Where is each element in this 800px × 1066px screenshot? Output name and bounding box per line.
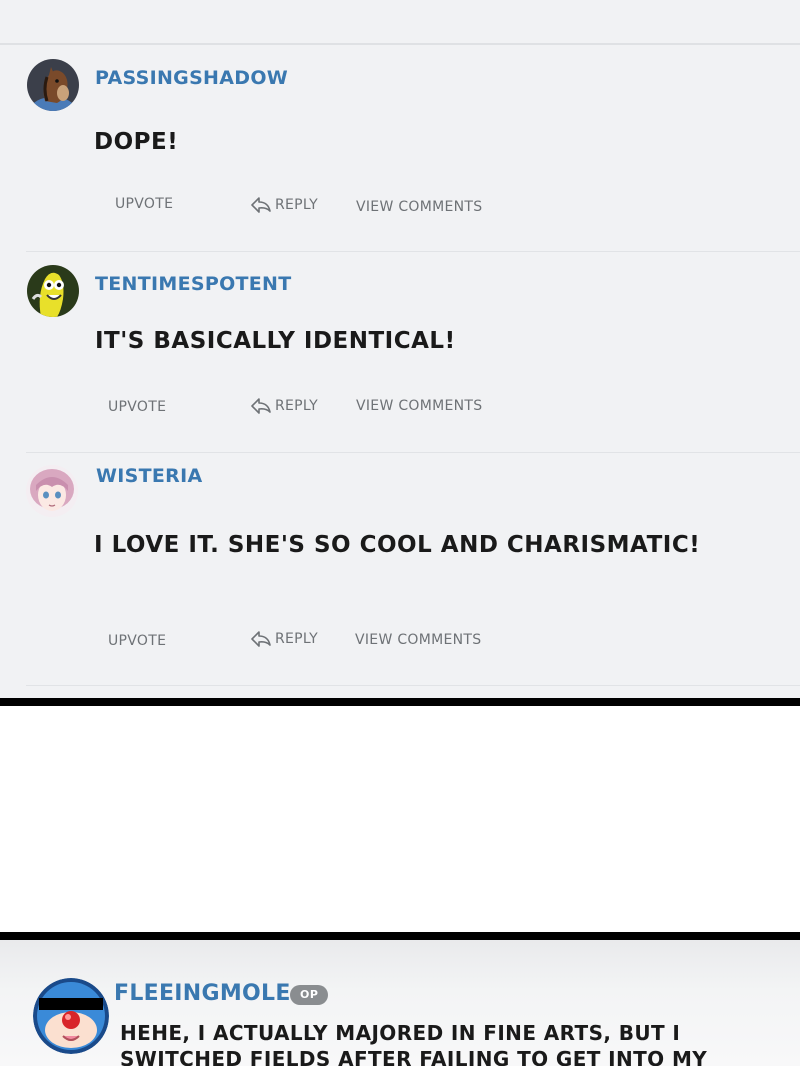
view-comments-button[interactable]: VIEW COMMENTS	[355, 632, 481, 648]
divider	[26, 452, 800, 453]
upvote-button[interactable]: UPVOTE	[108, 399, 166, 415]
divider	[26, 251, 800, 252]
username[interactable]: FLEEINGMOLE	[114, 981, 291, 1006]
comment-text-line: HEHE, I ACTUALLY MAJORED IN FINE ARTS, B…	[120, 1021, 681, 1045]
comment-text: I LOVE IT. SHE'S SO COOL AND CHARISMATIC…	[94, 532, 701, 558]
comment-text: DOPE!	[94, 129, 179, 155]
reply-label: REPLY	[275, 197, 319, 213]
reply-label: REPLY	[275, 631, 319, 647]
view-comments-button[interactable]: VIEW COMMENTS	[356, 199, 482, 215]
reply-button[interactable]: REPLY	[251, 630, 318, 648]
reply-button[interactable]: REPLY	[251, 196, 318, 214]
avatar-tentimespotent[interactable]	[27, 265, 79, 317]
comment-text-line: SWITCHED FIELDS AFTER FAILING TO GET INT…	[120, 1047, 708, 1066]
username[interactable]: WISTERIA	[96, 465, 202, 487]
divider	[0, 43, 800, 45]
reply-arrow-icon	[251, 196, 271, 214]
panel-border	[0, 932, 800, 940]
reply-arrow-icon	[251, 630, 271, 648]
view-comments-button[interactable]: VIEW COMMENTS	[356, 398, 482, 414]
upvote-button[interactable]: UPVOTE	[108, 633, 166, 649]
divider	[26, 685, 800, 686]
avatar-wisteria[interactable]	[26, 465, 78, 517]
reply-label: REPLY	[275, 398, 319, 414]
avatar-fleeingmole[interactable]	[33, 978, 109, 1054]
anime-girl-avatar-icon	[26, 465, 78, 517]
horse-avatar-icon	[27, 59, 79, 111]
op-comment-panel: FLEEINGMOLE OP HEHE, I ACTUALLY MAJORED …	[0, 940, 800, 1066]
reply-arrow-icon	[251, 397, 271, 415]
upvote-button[interactable]: UPVOTE	[115, 196, 173, 212]
op-badge: OP	[290, 985, 329, 1005]
panel-border	[0, 698, 800, 706]
reply-button[interactable]: REPLY	[251, 397, 318, 415]
mole-avatar-icon	[33, 978, 109, 1054]
comments-panel: PASSINGSHADOW DOPE! UPVOTE REPLY VIEW CO…	[0, 0, 800, 698]
banana-avatar-icon	[27, 265, 79, 317]
comment-text: IT'S BASICALLY IDENTICAL!	[95, 328, 456, 354]
avatar-passingshadow[interactable]	[27, 59, 79, 111]
username[interactable]: PASSINGSHADOW	[95, 67, 288, 89]
username[interactable]: TENTIMESPOTENT	[95, 273, 292, 295]
